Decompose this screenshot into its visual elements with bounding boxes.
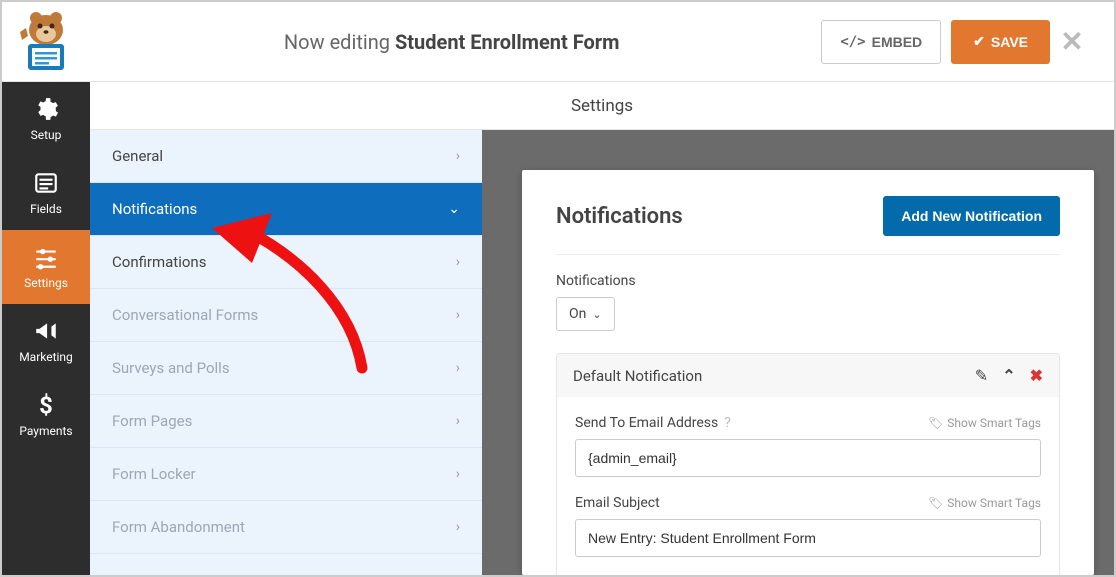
card-title: Default Notification (573, 367, 702, 385)
app-logo (10, 6, 82, 78)
settings-item-surveys[interactable]: Surveys and Polls› (90, 342, 482, 395)
settings-item-notifications[interactable]: Notifications⌄ (90, 183, 482, 236)
settings-item-form-pages[interactable]: Form Pages› (90, 395, 482, 448)
svg-text:$: $ (39, 392, 53, 418)
help-icon[interactable]: ? (724, 415, 731, 431)
notification-card: Default Notification ✎ ⌃ ✖ Send To Email… (556, 353, 1060, 575)
settings-item-form-abandonment[interactable]: Form Abandonment› (90, 501, 482, 554)
chevron-right-icon: › (456, 466, 460, 482)
chevron-right-icon: › (456, 519, 460, 535)
nav-setup[interactable]: Setup (2, 82, 90, 156)
settings-item-conversational[interactable]: Conversational Forms› (90, 289, 482, 342)
chevron-right-icon: › (456, 148, 460, 164)
settings-menu[interactable]: General› Notifications⌄ Confirmations› C… (90, 130, 482, 575)
subject-input[interactable] (575, 519, 1041, 557)
dollar-icon: $ (33, 392, 59, 418)
close-icon[interactable]: ✕ (1050, 25, 1094, 58)
nav-fields[interactable]: Fields (2, 156, 90, 230)
send-to-label: Send To Email Address (575, 415, 718, 431)
embed-button[interactable]: </> EMBED (821, 20, 941, 64)
page-title: Now editing Student Enrollment Form (82, 30, 821, 54)
form-name: Student Enrollment Form (395, 30, 619, 54)
gear-icon (33, 96, 59, 122)
editing-prefix: Now editing (284, 30, 395, 54)
nav-payments[interactable]: $ Payments (2, 378, 90, 452)
nav-marketing[interactable]: Marketing (2, 304, 90, 378)
chevron-right-icon: › (456, 307, 460, 323)
smart-tags-link[interactable]: 🏷Show Smart Tags (928, 416, 1041, 430)
smart-tags-link[interactable]: 🏷Show Smart Tags (928, 496, 1041, 510)
notifications-toggle-label: Notifications (556, 273, 1060, 289)
chevron-right-icon: › (456, 413, 460, 429)
chevron-right-icon: › (456, 360, 460, 376)
check-icon: ✔ (973, 33, 985, 50)
save-button[interactable]: ✔ SAVE (951, 20, 1050, 64)
settings-item-confirmations[interactable]: Confirmations› (90, 236, 482, 289)
section-heading: Settings (90, 82, 1114, 130)
list-icon (33, 170, 59, 196)
subject-label: Email Subject (575, 495, 660, 511)
tag-icon: 🏷 (928, 496, 943, 510)
sliders-icon (33, 244, 59, 270)
settings-item-form-locker[interactable]: Form Locker› (90, 448, 482, 501)
chevron-down-icon: ⌄ (592, 308, 601, 321)
panel-title: Notifications (556, 204, 683, 229)
chevron-right-icon: › (456, 254, 460, 270)
send-to-input[interactable] (575, 439, 1041, 477)
collapse-icon[interactable]: ⌃ (1002, 366, 1015, 385)
tag-icon: 🏷 (928, 416, 943, 430)
nav-settings[interactable]: Settings (2, 230, 90, 304)
add-notification-button[interactable]: Add New Notification (883, 196, 1060, 236)
left-nav: Setup Fields Settings Marketing $ Paymen… (2, 82, 90, 575)
bullhorn-icon (33, 318, 59, 344)
edit-icon[interactable]: ✎ (975, 366, 988, 385)
notifications-toggle[interactable]: On ⌄ (556, 297, 615, 331)
content-area: Notifications Add New Notification Notif… (482, 130, 1114, 575)
delete-icon[interactable]: ✖ (1030, 366, 1043, 385)
code-icon: </> (840, 34, 865, 50)
settings-item-general[interactable]: General› (90, 130, 482, 183)
chevron-down-icon: ⌄ (448, 201, 460, 217)
